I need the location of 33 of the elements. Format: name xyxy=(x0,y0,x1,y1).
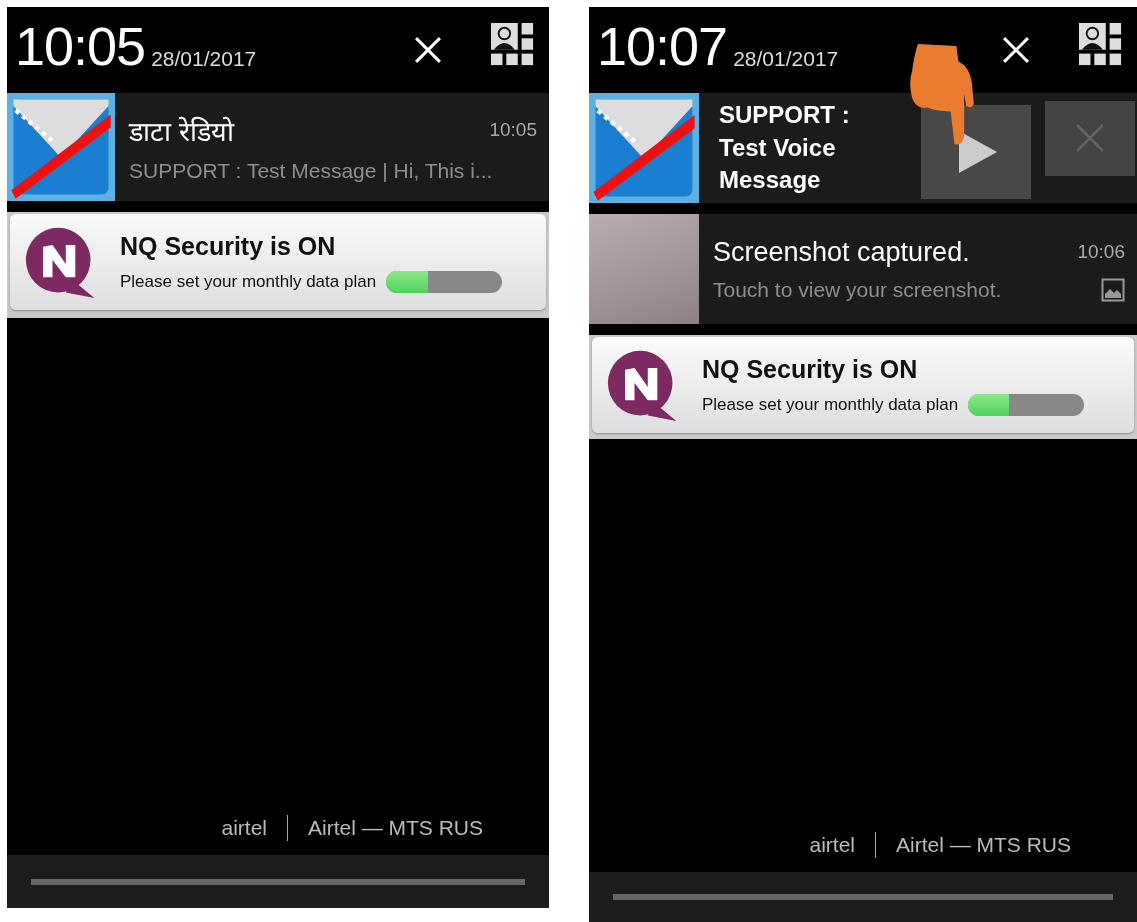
notification-time: 10:05 xyxy=(489,119,537,141)
carrier-name: airtel xyxy=(221,816,267,840)
close-icon xyxy=(1074,122,1106,154)
envelope-icon xyxy=(7,93,115,201)
clock-time: 10:05 xyxy=(15,19,146,73)
carrier-name: airtel xyxy=(809,833,855,857)
notification-text: Touch to view your screenshot. xyxy=(713,277,1002,302)
notification-card[interactable]: NQ Security is ON Please set your monthly data plan xyxy=(592,337,1134,433)
drag-handle[interactable] xyxy=(613,894,1113,900)
notification-time: 10:06 xyxy=(1077,241,1125,263)
notification-title: डाटा रेडियो xyxy=(129,115,234,149)
carrier-name: Airtel — MTS RUS xyxy=(896,833,1071,857)
profile-grid-icon[interactable] xyxy=(1079,23,1123,67)
notification-row[interactable]: Screenshot captured. 10:06 Touch to view your screenshot. xyxy=(589,214,1137,324)
notification-card[interactable]: NQ Security is ON Please set your monthly data plan xyxy=(10,214,546,310)
drag-handle[interactable] xyxy=(31,878,525,885)
notification-title: NQ Security is ON xyxy=(120,231,337,261)
notification-title: SUPPORT : Test Voice Message xyxy=(719,100,851,196)
image-icon xyxy=(1101,277,1125,302)
play-button[interactable] xyxy=(921,105,1031,199)
notification-text: Please set your monthly data plan xyxy=(120,271,377,292)
carrier-name: Airtel — MTS RUS xyxy=(308,816,483,840)
notification-title: Screenshot captured. xyxy=(713,236,970,268)
notification-text: Please set your monthly data plan xyxy=(702,394,959,415)
notification-row[interactable]: डाटा रेडियो 10:05 SUPPORT : Test Message | Hi, This i... xyxy=(7,93,549,201)
profile-grid-icon[interactable] xyxy=(491,23,535,67)
date-text: 28/01/2017 xyxy=(733,47,839,71)
date-text: 28/01/2017 xyxy=(151,47,257,71)
envelope-icon xyxy=(589,93,699,203)
notification-row[interactable]: SUPPORT : Test Voice Message xyxy=(589,93,1137,203)
notification-title: NQ Security is ON xyxy=(702,354,919,384)
notification-text: SUPPORT : Test Message | Hi, This i... xyxy=(129,158,494,183)
clock-time: 10:07 xyxy=(597,19,728,73)
